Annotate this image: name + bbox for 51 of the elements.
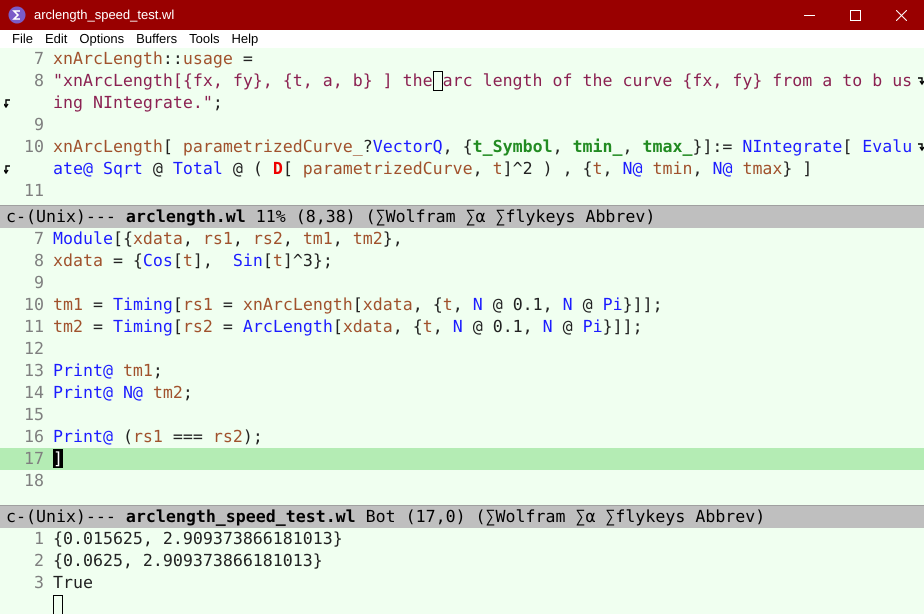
line-number: 15 [24,404,44,424]
code-line: Module[{xdata, rs1, rs2, tm1, tm2}, [53,228,403,248]
line-wrap-icon [4,98,11,108]
menu-item[interactable]: Tools [189,29,220,49]
code-line: {0.0625, 2.909373866181013} [53,550,323,570]
menu-item[interactable]: Help [231,29,258,49]
text-cursor [53,595,63,614]
code-line: tm1 = Timing[rs1 = xnArcLength[xdata, {t, N @ 0.1, N @ Pi}]]; [53,294,663,314]
line-wrap-icon [4,164,11,174]
code-line: ing NIntegrate."; [53,92,223,112]
menu-item[interactable]: Options [79,29,124,49]
menu-item[interactable]: Buffers [136,29,178,49]
menu-item[interactable]: File [12,29,33,49]
line-wrap-icon [917,76,924,86]
line-number: 10 [24,294,44,314]
line-number: 8 [34,70,44,90]
code-line: {0.015625, 2.909373866181013} [53,528,343,548]
code-line: True [53,572,93,592]
line-number: 13 [24,360,44,380]
line-number: 18 [24,470,44,490]
line-number: 2 [34,550,44,570]
line-number: 14 [24,382,44,402]
line-number: 9 [34,114,44,134]
line-number: 8 [34,250,44,270]
code-line: tm2 = Timing[rs2 = ArcLength[xdata, {t, N @ 0.1, N @ Pi}]]; [53,316,643,336]
code-line: Print@ tm1; [53,360,163,380]
line-number: 3 [34,572,44,592]
code-line: "xnArcLength[{fx, fy}, {t, a, b} ] the arc length of the curve {fx, fy} from a to b us [53,70,912,90]
line-number: 17 [24,448,44,468]
line-number: 7 [34,228,44,248]
code-line: xnArcLength::usage = [53,48,253,68]
line-number: 11 [24,180,44,200]
line-number: 1 [34,528,44,548]
line-number: 7 [34,48,44,68]
maximize-icon [850,10,860,20]
menu-item[interactable]: Edit [44,29,68,49]
line-wrap-icon [917,142,924,152]
line-number: 11 [24,316,44,336]
line-number: 10 [24,136,44,156]
code-line: Print@ (rs1 === rs2); [53,426,263,446]
code-line: xdata = {Cos[t], Sin[t]^3}; [53,250,333,270]
close-icon [896,10,906,20]
minimize-icon [804,14,814,16]
code-line: xnArcLength[ parametrizedCurve_?VectorQ, {t_Symbol, tmin_, tmax_}]:= NIntegrate[ Evalu [53,136,912,156]
app-icon [8,6,26,24]
code-line: Print@ N@ tm2; [53,382,193,402]
line-number: 9 [34,272,44,292]
window-title: arclength_speed_test.wl [34,6,176,24]
line-number: 12 [24,338,44,358]
code-line: ate@ Sqrt @ Total @ ( D[ parametrizedCurve, t]^2 ) , {t, N@ tmin, N@ tmax} ] [53,158,812,178]
line-number: 16 [24,426,44,446]
